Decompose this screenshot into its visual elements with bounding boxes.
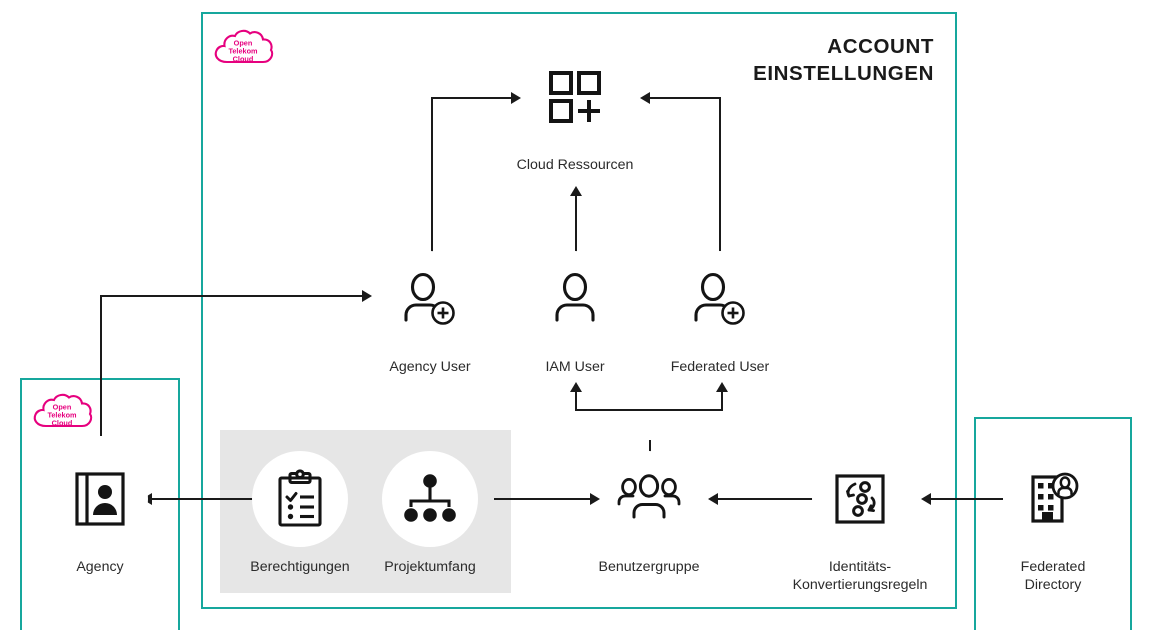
federated-directory-disc bbox=[1001, 447, 1105, 551]
flow-iam-user-to-cloud-resources-vertical bbox=[575, 196, 578, 255]
title-line-2: EINSTELLUNGEN bbox=[753, 62, 934, 86]
node-cloud-resources[interactable]: Cloud Ressourcen bbox=[490, 45, 660, 174]
node-federated-user[interactable]: Federated User bbox=[635, 247, 805, 376]
node-identity-rules[interactable]: Identitäts- Konvertierungsregeln bbox=[775, 447, 945, 594]
building-user-icon bbox=[1031, 472, 1079, 523]
hierarchy-icon bbox=[404, 474, 456, 522]
user-add-icon bbox=[694, 272, 745, 325]
flow-user-group-to-iam-user-arrowhead bbox=[569, 382, 582, 392]
user-group-disc bbox=[597, 447, 701, 551]
node-label-federated-directory: Federated Directory bbox=[1020, 559, 1086, 594]
cloud-resources-disc bbox=[523, 45, 627, 149]
open-telekom-cloud-logo: Open Telekom Cloud bbox=[211, 26, 275, 72]
flow-agency-to-agency-user-horizontal bbox=[100, 295, 362, 298]
id-card-icon bbox=[75, 472, 125, 526]
node-label-federated-user: Federated User bbox=[670, 359, 770, 375]
flow-agency-user-to-cloud-resources-vertical bbox=[431, 98, 434, 255]
clipboard-check-icon bbox=[278, 469, 322, 527]
federated-user-disc bbox=[668, 247, 772, 351]
page-title: ACCOUNT EINSTELLUNGEN bbox=[753, 33, 934, 87]
user-icon bbox=[555, 272, 595, 322]
logo-line-3: Cloud bbox=[233, 55, 254, 64]
node-agency[interactable]: Agency bbox=[15, 447, 185, 576]
logo-line-3-alt: Cloud bbox=[52, 419, 73, 428]
node-label-cloud-resources: Cloud Ressourcen bbox=[516, 157, 634, 173]
agency-user-disc bbox=[378, 247, 482, 351]
user-add-icon bbox=[404, 272, 455, 325]
flow-user-group-crossbar-joint bbox=[648, 409, 651, 411]
identity-conversion-icon bbox=[835, 474, 885, 524]
node-label-identity-rules: Identitäts- Konvertierungsregeln bbox=[792, 559, 928, 594]
diagram-canvas: ACCOUNT EINSTELLUNGEN Open Telekom Cloud… bbox=[0, 0, 1152, 630]
agency-disc bbox=[48, 447, 152, 551]
flow-user-group-to-iam-user-vertical bbox=[575, 392, 578, 411]
node-label-agency: Agency bbox=[76, 559, 124, 575]
flow-user-group-to-federated-user-vertical bbox=[721, 392, 724, 411]
permissions-disc bbox=[248, 447, 352, 551]
identity-rules-disc bbox=[808, 447, 912, 551]
node-user-group[interactable]: Benutzergruppe bbox=[564, 447, 734, 576]
iam-user-disc bbox=[523, 247, 627, 351]
node-label-user-group: Benutzergruppe bbox=[598, 559, 700, 575]
flow-iam-user-to-cloud-resources-arrowhead bbox=[569, 186, 582, 196]
open-telekom-cloud-logo-secondary: Open Telekom Cloud bbox=[30, 390, 94, 436]
flow-agency-to-agency-user-vertical bbox=[100, 296, 103, 436]
project-scope-disc bbox=[378, 447, 482, 551]
node-label-project-scope: Projektumfang bbox=[384, 559, 476, 575]
node-project-scope[interactable]: Projektumfang bbox=[345, 447, 515, 576]
node-federated-directory[interactable]: Federated Directory bbox=[968, 447, 1138, 594]
users-group-icon bbox=[617, 474, 681, 519]
title-line-1: ACCOUNT bbox=[827, 35, 934, 58]
flow-federated-user-to-cloud-resources-horizontal bbox=[650, 97, 721, 100]
flow-federated-user-to-cloud-resources-vertical bbox=[719, 98, 722, 255]
cloud-resources-icon bbox=[549, 71, 601, 123]
flow-user-group-to-federated-user-arrowhead bbox=[715, 382, 728, 392]
